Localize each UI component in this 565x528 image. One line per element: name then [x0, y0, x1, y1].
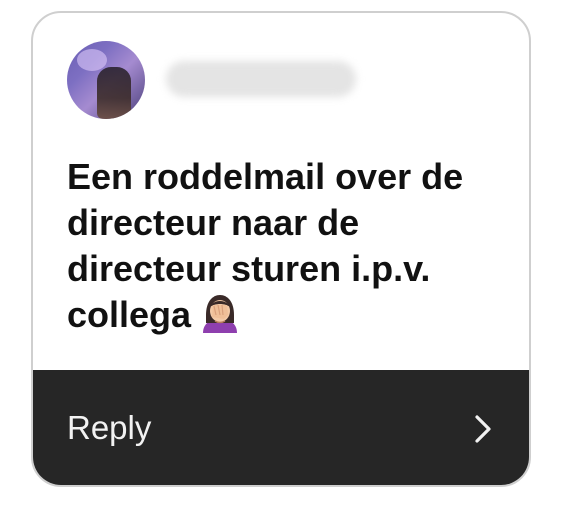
message-body: Een roddelmail over de directeur naar de…: [67, 154, 507, 338]
woman-facepalming-emoji-icon: [203, 295, 238, 333]
avatar-figure: [97, 67, 131, 119]
avatar-glow: [77, 49, 107, 71]
reply-bar[interactable]: Reply: [33, 370, 529, 485]
message-card: instagramuser Een roddelmail over de dir…: [31, 11, 531, 487]
reply-label[interactable]: Reply: [67, 408, 151, 448]
chevron-right-icon[interactable]: [469, 414, 497, 444]
card-header: instagramuser: [33, 13, 529, 143]
avatar[interactable]: [67, 41, 145, 119]
username-blurred[interactable]: instagramuser: [166, 61, 356, 97]
message-text: Een roddelmail over de directeur naar de…: [67, 156, 464, 335]
